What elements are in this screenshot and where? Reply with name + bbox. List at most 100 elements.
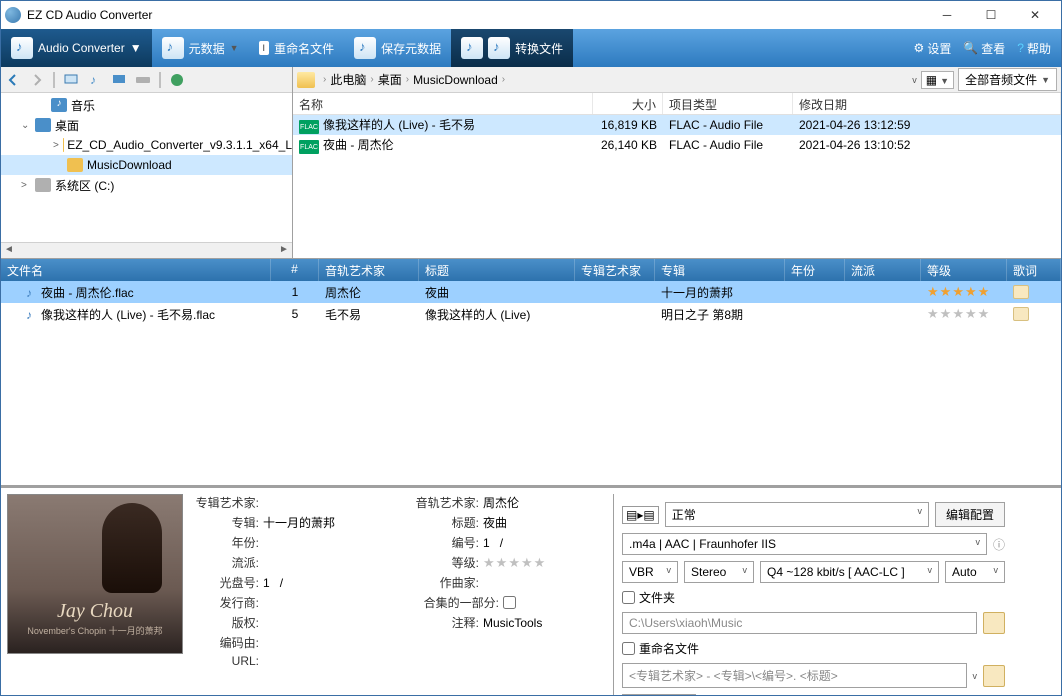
tree-item[interactable]: >EZ_CD_Audio_Converter_v9.3.1.1_x64_L (1, 135, 292, 155)
folder-checkbox[interactable] (622, 591, 635, 604)
chevron-down-icon[interactable]: v (973, 671, 978, 681)
queue-panel: 文件名 # 音轨艺术家 标题 专辑艺术家 专辑 年份 流派 等级 歌词 ♪夜曲 … (1, 259, 1061, 485)
tree-arrow-icon: ⌄ (21, 120, 31, 131)
help-label: 帮助 (1027, 40, 1051, 57)
tree-item-label: MusicDownload (87, 158, 172, 172)
monitor-icon[interactable] (63, 72, 79, 88)
edit-pattern-button[interactable] (983, 665, 1005, 687)
minimize-button[interactable]: ─ (925, 1, 969, 29)
tree-item[interactable]: ♪音乐 (1, 95, 292, 115)
rename-check-label: 重命名文件 (639, 640, 699, 657)
qcol-year[interactable]: 年份 (785, 259, 845, 281)
scroll-left-icon[interactable]: ◄ (1, 243, 17, 258)
drive-icon[interactable] (135, 72, 151, 88)
back-icon[interactable] (5, 72, 21, 88)
album-cover[interactable]: Jay Chou November's Chopin 十一月的萧邦 (7, 494, 183, 654)
val-disc[interactable]: 1 / (263, 576, 383, 590)
window-title: EZ CD Audio Converter (27, 8, 925, 22)
folder-path-input[interactable]: C:\Users\xiaoh\Music (622, 612, 977, 634)
edit-config-button[interactable]: 编辑配置 (935, 502, 1005, 527)
tree-item[interactable]: ⌄ 桌面 (1, 115, 292, 135)
cover-artist: Jay Chou (8, 600, 182, 623)
music-folder-icon[interactable]: ♪ (87, 72, 103, 88)
breadcrumb-item[interactable]: 桌面 (376, 71, 404, 88)
view-button[interactable]: 🔍查看 (963, 40, 1005, 57)
qcol-rating[interactable]: 等级 (921, 259, 1007, 281)
browse-folder-button[interactable] (983, 612, 1005, 634)
auto-dropdown[interactable]: Autov (945, 561, 1005, 583)
maximize-button[interactable]: ☐ (969, 1, 1013, 29)
val-track-artist[interactable]: 周杰伦 (483, 494, 603, 511)
col-type[interactable]: 项目类型 (663, 93, 793, 114)
val-compilation[interactable] (503, 596, 516, 609)
rating-stars[interactable]: ★★★★★ (927, 306, 1001, 322)
format-dropdown[interactable]: .m4a | AAC | Fraunhofer IISv (622, 533, 987, 555)
chevron-right-icon: › (502, 74, 505, 85)
rename-checkbox[interactable] (622, 642, 635, 655)
qcol-lyrics[interactable]: 歌词 (1007, 259, 1061, 281)
lbl-track-no: 编号: (413, 534, 483, 551)
tree-item[interactable]: MusicDownload (1, 155, 292, 175)
tree-body: ♪音乐 ⌄ 桌面>EZ_CD_Audio_Converter_v9.3.1.1_x6… (1, 93, 292, 242)
tree-scrollbar[interactable]: ◄ ► (1, 242, 292, 258)
qcol-filename[interactable]: 文件名 (1, 259, 271, 281)
mode-dropdown[interactable]: VBRv (622, 561, 678, 583)
insert-mode-dropdown[interactable]: 正常v (665, 502, 929, 527)
val-track-no[interactable]: 1 / (483, 536, 603, 550)
qcol-album-artist[interactable]: 专辑艺术家 (575, 259, 655, 281)
lbl-rating: 等级: (413, 554, 483, 571)
options-button[interactable]: 选项 (2) » (622, 694, 696, 695)
svg-text:♪: ♪ (90, 73, 96, 87)
settings-button[interactable]: ⚙设置 (914, 40, 952, 57)
rename-button[interactable]: I 重命名文件 (249, 29, 345, 67)
convert-button[interactable]: 转换文件 (451, 29, 573, 67)
scroll-right-icon[interactable]: ► (276, 243, 292, 258)
qcol-num[interactable]: # (271, 259, 319, 281)
forward-icon[interactable] (29, 72, 45, 88)
qcol-artist[interactable]: 音轨艺术家 (319, 259, 419, 281)
col-size[interactable]: 大小 (593, 93, 663, 114)
col-name[interactable]: 名称 (293, 93, 593, 114)
val-title[interactable]: 夜曲 (483, 514, 603, 531)
rating-stars[interactable]: ★★★★★ (927, 284, 1001, 300)
col-date[interactable]: 修改日期 (793, 93, 1061, 114)
globe-icon[interactable] (169, 72, 185, 88)
metadata-button[interactable]: 元数据 ▼ (152, 29, 249, 67)
qcol-title[interactable]: 标题 (419, 259, 575, 281)
chevron-down-icon[interactable]: v (912, 75, 917, 85)
close-button[interactable]: ✕ (1013, 1, 1057, 29)
val-rating[interactable]: ★★★★★ (483, 555, 545, 571)
file-filter-dropdown[interactable]: 全部音频文件▼ (958, 68, 1057, 91)
qcol-album[interactable]: 专辑 (655, 259, 785, 281)
lyrics-button[interactable] (1013, 307, 1029, 321)
val-comment[interactable]: MusicTools (483, 616, 603, 630)
auto-label: Auto (952, 565, 977, 579)
audio-converter-button[interactable]: Audio Converter ▼ (1, 29, 152, 67)
file-size: 26,140 KB (593, 138, 663, 152)
rename-pattern-input[interactable]: <专辑艺术家> - <专辑>\<编号>. <标题> (622, 663, 967, 688)
bitrate-label: Q4 ~128 kbit/s [ AAC-LC ] (767, 565, 905, 579)
tree-item[interactable]: >系统区 (C:) (1, 175, 292, 195)
queue-album: 十一月的萧邦 (655, 284, 785, 301)
file-row[interactable]: FLAC夜曲 - 周杰伦26,140 KBFLAC - Audio File20… (293, 135, 1061, 155)
help-button[interactable]: ?帮助 (1017, 40, 1051, 57)
lyrics-button[interactable] (1013, 285, 1029, 299)
queue-row[interactable]: ♪像我这样的人 (Live) - 毛不易.flac5毛不易像我这样的人 (Liv… (1, 303, 1061, 325)
qcol-genre[interactable]: 流派 (845, 259, 921, 281)
channels-dropdown[interactable]: Stereov (684, 561, 754, 583)
bitrate-dropdown[interactable]: Q4 ~128 kbit/s [ AAC-LC ]v (760, 561, 939, 583)
lbl-album: 专辑: (193, 514, 263, 531)
lbl-year: 年份: (193, 534, 263, 551)
breadcrumb-item[interactable]: 此电脑 (328, 71, 368, 88)
file-type: FLAC - Audio File (663, 118, 793, 132)
view-mode-button[interactable]: ▦ ▼ (921, 71, 954, 89)
info-icon[interactable]: ⓘ (993, 536, 1005, 553)
queue-row[interactable]: ♪夜曲 - 周杰伦.flac1周杰伦夜曲十一月的萧邦★★★★★ (1, 281, 1061, 303)
breadcrumb-item[interactable]: MusicDownload (411, 73, 500, 87)
file-row[interactable]: FLAC像我这样的人 (Live) - 毛不易16,819 KBFLAC - A… (293, 115, 1061, 135)
val-album[interactable]: 十一月的萧邦 (263, 514, 383, 531)
metadata-label: 元数据 (189, 40, 225, 57)
save-metadata-button[interactable]: 保存元数据 (344, 29, 451, 67)
tree-item-label: 桌面 (55, 117, 79, 134)
desktop-icon[interactable] (111, 72, 127, 88)
